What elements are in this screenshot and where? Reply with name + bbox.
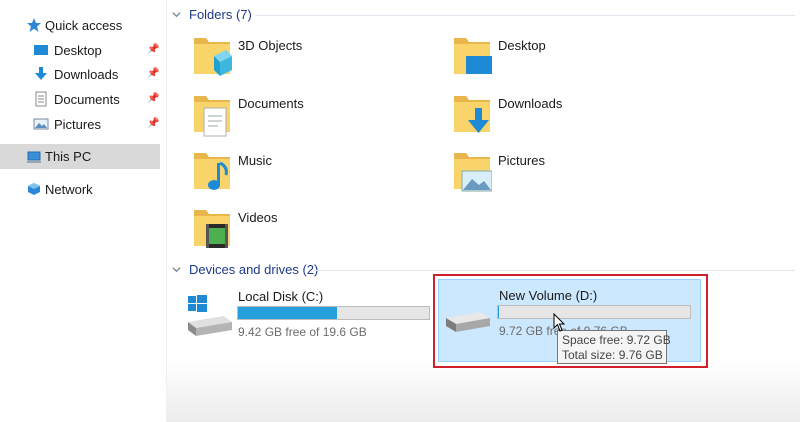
computer-icon xyxy=(27,151,41,163)
drive-c-usage-bar xyxy=(237,306,430,320)
folder-documents[interactable]: Documents xyxy=(190,88,430,140)
pictures-icon xyxy=(33,118,49,130)
download-arrow-icon xyxy=(35,67,47,80)
desktop-folder-icon xyxy=(454,38,492,74)
sidebar-item-label: Pictures xyxy=(54,116,101,132)
sidebar-item-this-pc[interactable]: This PC xyxy=(0,144,160,169)
drive-c-tile[interactable]: Local Disk (C:) 9.42 GB free of 19.6 GB xyxy=(180,284,430,344)
group-title: Devices and drives (2) xyxy=(189,262,319,277)
devices-group-header[interactable]: Devices and drives (2) xyxy=(172,262,318,277)
folder-videos[interactable]: Videos xyxy=(190,202,430,254)
pin-icon[interactable]: 📌 xyxy=(147,69,159,79)
folder-music[interactable]: Music xyxy=(190,145,430,197)
videos-folder-icon xyxy=(194,210,230,248)
pin-icon[interactable]: 📌 xyxy=(147,45,159,55)
sidebar-item-pictures[interactable]: Pictures 📌 xyxy=(0,112,160,136)
sidebar-item-network[interactable]: Network xyxy=(0,177,160,201)
sidebar-item-label: Quick access xyxy=(45,17,123,33)
group-divider xyxy=(315,270,795,271)
pin-icon[interactable]: 📌 xyxy=(147,119,159,129)
folder-label: Downloads xyxy=(498,96,563,111)
chevron-down-icon xyxy=(172,12,181,18)
mouse-cursor-icon xyxy=(553,313,566,332)
folder-downloads[interactable]: Downloads xyxy=(450,88,690,140)
folders-group-header[interactable]: Folders (7) xyxy=(172,7,252,22)
pictures-folder-icon xyxy=(454,153,492,192)
folder-3d-objects[interactable]: 3D Objects xyxy=(190,30,430,82)
drive-c-usage-fill xyxy=(238,307,338,319)
group-title: Folders (7) xyxy=(189,7,252,22)
navigation-pane: Quick access Desktop 📌 Downloads 📌 Docum… xyxy=(0,0,167,422)
folder-label: Pictures xyxy=(498,153,545,168)
music-folder-icon xyxy=(194,153,230,190)
3d-objects-folder-icon xyxy=(194,38,232,76)
drive-free-text: 9.42 GB free of 19.6 GB xyxy=(238,325,367,339)
drive-tooltip: Space free: 9.72 GB Total size: 9.76 GB xyxy=(557,330,671,364)
documents-folder-icon xyxy=(194,96,230,137)
documents-icon xyxy=(35,91,47,107)
sidebar-item-quick-access[interactable]: Quick access xyxy=(0,13,160,37)
sidebar-item-label: Downloads xyxy=(54,66,119,82)
folder-desktop[interactable]: Desktop xyxy=(450,30,690,82)
sidebar-item-label: Documents xyxy=(54,91,120,107)
sidebar-item-desktop[interactable]: Desktop 📌 xyxy=(0,38,160,62)
group-divider xyxy=(255,15,795,16)
sidebar-item-documents[interactable]: Documents 📌 xyxy=(0,87,160,111)
windows-drive-icon xyxy=(188,295,232,336)
chevron-down-icon xyxy=(172,267,181,273)
drive-name: Local Disk (C:) xyxy=(238,289,324,304)
star-icon xyxy=(27,18,41,32)
tooltip-total-size: Total size: 9.76 GB xyxy=(562,348,663,362)
sidebar-item-label: This PC xyxy=(45,149,92,164)
sidebar-item-label: Network xyxy=(45,181,93,197)
pin-icon[interactable]: 📌 xyxy=(147,94,159,104)
folder-pictures[interactable]: Pictures xyxy=(450,145,690,197)
folder-label: Music xyxy=(238,153,272,168)
folder-label: Desktop xyxy=(498,38,546,53)
tooltip-space-free: Space free: 9.72 GB xyxy=(562,333,671,347)
folder-label: Videos xyxy=(238,210,278,225)
desktop-icon xyxy=(34,45,48,55)
sidebar-item-label: Desktop xyxy=(54,42,102,58)
sidebar-item-downloads[interactable]: Downloads 📌 xyxy=(0,62,160,86)
folder-label: 3D Objects xyxy=(238,38,303,53)
downloads-folder-icon xyxy=(454,96,490,133)
network-icon xyxy=(28,183,40,195)
folder-label: Documents xyxy=(238,96,304,111)
